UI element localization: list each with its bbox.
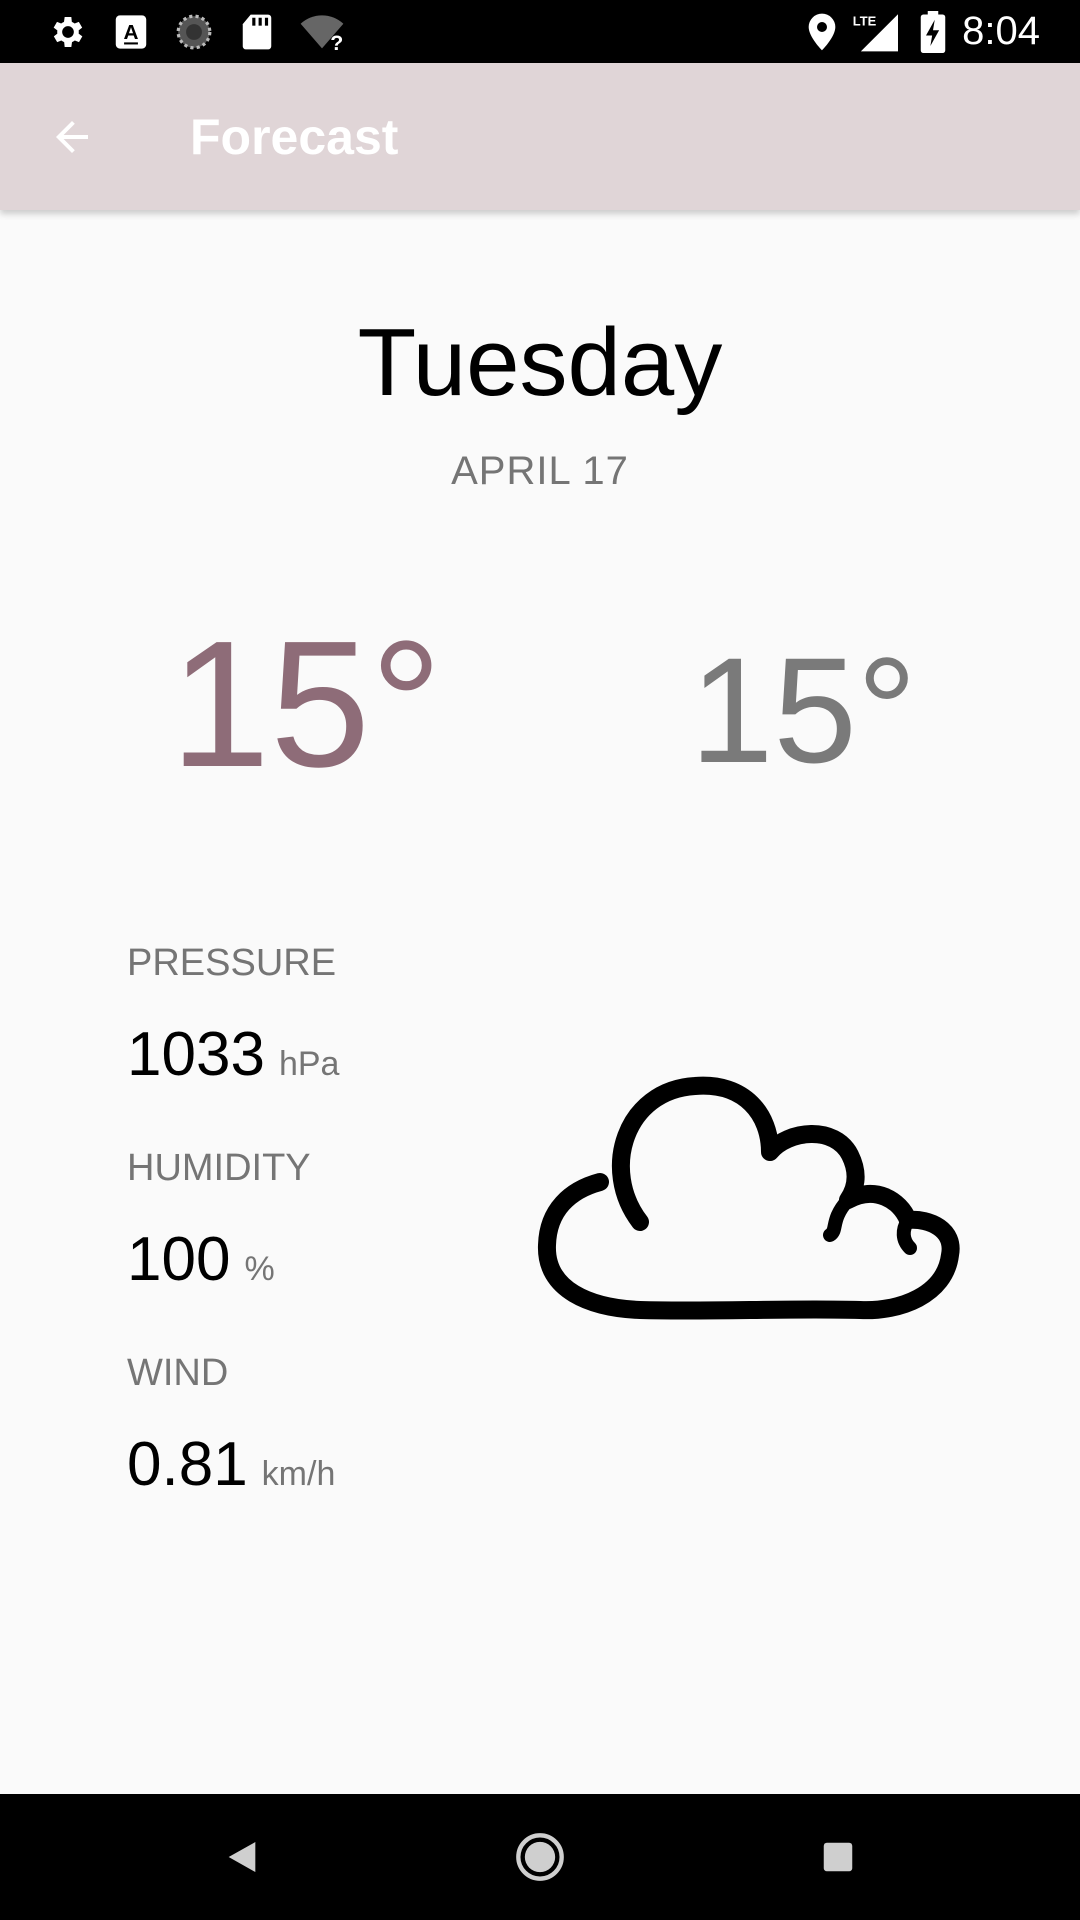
wifi-unknown-icon: ? (298, 12, 346, 52)
forecast-day: Tuesday (357, 309, 723, 416)
humidity-label: HUMIDITY (127, 1147, 311, 1189)
status-bar: A ? LTE 8:04 (0, 0, 1080, 63)
sync-icon (174, 12, 214, 52)
lte-label: LTE (853, 14, 877, 29)
app-bar: Forecast (0, 63, 1080, 210)
clock-time: 8:04 (962, 9, 1040, 53)
pressure-value-row: 1033 hPa (127, 1020, 339, 1099)
wind-label: WIND (127, 1352, 229, 1394)
svg-text:?: ? (330, 31, 343, 52)
wind-unit: km/h (261, 1455, 336, 1493)
sd-card-icon (237, 12, 277, 52)
cloud-icon (538, 1076, 960, 1320)
settings-icon (48, 12, 88, 52)
wind-value-row: 0.81 km/h (127, 1430, 335, 1509)
font-icon: A (111, 12, 151, 52)
high-temperature: 15° (170, 604, 443, 805)
lte-signal-icon: LTE (852, 12, 902, 52)
wind-value: 0.81 (127, 1430, 248, 1499)
pressure-label: PRESSURE (127, 942, 337, 984)
low-temperature: 15° (690, 626, 917, 794)
home-nav-icon (516, 1833, 564, 1881)
back-button[interactable] (40, 105, 104, 169)
humidity-unit: % (244, 1250, 275, 1288)
pressure-unit: hPa (278, 1045, 340, 1083)
humidity-value-row: 100% (127, 1225, 275, 1304)
back-nav-icon (228, 1842, 256, 1872)
humidity-value: 100 (127, 1225, 231, 1294)
app-title: Forecast (190, 109, 399, 165)
battery-charging-icon (918, 11, 948, 53)
nav-home-button[interactable] (510, 1827, 570, 1887)
nav-back-button[interactable] (212, 1827, 272, 1887)
recents-nav-icon (823, 1842, 853, 1872)
nav-recents-button[interactable] (808, 1827, 868, 1887)
forecast-date: APRIL 17 (451, 449, 629, 493)
svg-text:A: A (124, 21, 139, 44)
pressure-value: 1033 (127, 1020, 265, 1089)
location-icon (802, 12, 842, 52)
navigation-bar (0, 1794, 1080, 1920)
forecast-screen: A ? LTE 8:04 Forecast Tuesday APRIL 17 1… (0, 0, 1080, 1920)
arrow-back-icon (56, 121, 88, 153)
